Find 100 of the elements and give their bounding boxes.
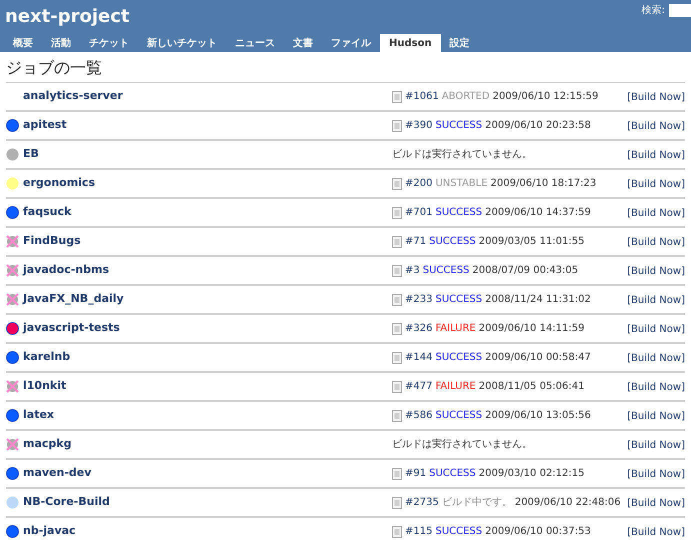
- build-now-link[interactable]: [Build Now]: [627, 257, 685, 279]
- build-number-link[interactable]: #1061: [405, 89, 439, 104]
- build-number-link[interactable]: #200: [405, 176, 432, 191]
- build-now-link[interactable]: [Build Now]: [627, 228, 685, 250]
- build-time: 2009/06/10 20:23:58: [485, 119, 591, 133]
- build-result: SUCCESS: [429, 467, 476, 481]
- build-now-link[interactable]: [Build Now]: [627, 518, 685, 540]
- build-result: ABORTED: [442, 90, 490, 104]
- build-now-link[interactable]: [Build Now]: [627, 199, 685, 221]
- nav-tab[interactable]: 活動: [42, 34, 80, 52]
- job-link[interactable]: EB: [23, 146, 39, 163]
- build-time: 2009/06/10 00:37:53: [485, 525, 591, 539]
- job-link[interactable]: JavaFX_NB_daily: [23, 291, 124, 308]
- project-title: next-project: [4, 5, 130, 29]
- build-time: 2009/06/10 14:37:59: [485, 206, 591, 220]
- job-link[interactable]: javadoc-nbms: [23, 262, 110, 279]
- build-result: SUCCESS: [435, 119, 482, 133]
- build-now-link[interactable]: [Build Now]: [627, 402, 685, 424]
- build-now-link[interactable]: [Build Now]: [627, 373, 685, 395]
- document-icon: [392, 90, 402, 102]
- search-field[interactable]: [669, 4, 691, 17]
- build-result: SUCCESS: [429, 235, 476, 249]
- build-now-link[interactable]: [Build Now]: [627, 460, 685, 482]
- nav-tab[interactable]: チケット: [80, 34, 138, 52]
- job-link[interactable]: analytics-server: [23, 88, 123, 105]
- nav-tab[interactable]: 新しいチケット: [138, 34, 226, 52]
- build-result: FAILURE: [435, 380, 476, 394]
- build-now-link[interactable]: [Build Now]: [627, 112, 685, 134]
- job-link[interactable]: macpkg: [23, 436, 72, 453]
- build-now-link[interactable]: [Build Now]: [627, 286, 685, 308]
- no-build-message: ビルドは実行されていません。: [392, 148, 532, 162]
- document-icon: [392, 352, 402, 364]
- build-time: 2008/11/24 11:31:02: [485, 293, 591, 307]
- build-number-link[interactable]: #586: [405, 408, 432, 423]
- build-now-link[interactable]: [Build Now]: [627, 141, 685, 163]
- search-label: 検索:: [642, 4, 665, 18]
- job-link[interactable]: karelnb: [23, 349, 70, 366]
- build-result: SUCCESS: [435, 351, 482, 365]
- build-number-link[interactable]: #326: [405, 321, 432, 336]
- nav-tab[interactable]: ファイル: [322, 34, 380, 52]
- document-icon: [392, 496, 402, 508]
- build-result: FAILURE: [435, 322, 476, 336]
- job-link[interactable]: apitest: [23, 117, 67, 134]
- nav-tab[interactable]: 文書: [284, 34, 322, 52]
- job-link[interactable]: faqsuck: [23, 204, 72, 221]
- job-link[interactable]: ergonomics: [23, 175, 96, 192]
- build-time: 2008/07/09 00:43:05: [472, 264, 578, 278]
- document-icon: [392, 236, 402, 248]
- build-number-link[interactable]: #477: [405, 379, 432, 394]
- build-result: ビルド中です。: [442, 496, 512, 510]
- job-link[interactable]: maven-dev: [23, 465, 92, 482]
- build-now-link[interactable]: [Build Now]: [627, 170, 685, 192]
- build-time: 2009/03/05 11:01:55: [478, 235, 584, 249]
- build-now-link[interactable]: [Build Now]: [627, 344, 685, 366]
- build-now-link[interactable]: [Build Now]: [627, 83, 685, 105]
- build-time: 2008/11/05 05:06:41: [478, 380, 584, 394]
- nav-tab[interactable]: Hudson: [380, 34, 441, 52]
- document-icon: [392, 178, 402, 190]
- build-time: 2009/06/10 18:17:23: [490, 177, 596, 191]
- nav-tab[interactable]: 設定: [440, 34, 479, 52]
- build-number-link[interactable]: #2735: [405, 495, 439, 510]
- document-icon: [392, 526, 402, 538]
- build-now-link[interactable]: [Build Now]: [627, 489, 685, 511]
- document-icon: [392, 294, 402, 306]
- build-number-link[interactable]: #701: [405, 205, 432, 220]
- build-time: 2009/06/10 12:15:59: [492, 90, 598, 104]
- document-icon: [392, 120, 402, 132]
- build-result: SUCCESS: [435, 525, 482, 539]
- build-result: SUCCESS: [435, 206, 482, 220]
- document-icon: [392, 322, 402, 334]
- nav-tab[interactable]: ニュース: [226, 34, 284, 52]
- build-number-link[interactable]: #71: [405, 234, 426, 249]
- build-now-link[interactable]: [Build Now]: [627, 315, 685, 337]
- document-icon: [392, 468, 402, 480]
- build-result: SUCCESS: [422, 264, 470, 278]
- job-link[interactable]: l10nkit: [23, 378, 66, 395]
- document-icon: [392, 410, 402, 422]
- build-number-link[interactable]: #233: [405, 292, 432, 307]
- build-number-link[interactable]: #144: [405, 350, 432, 365]
- build-now-link[interactable]: [Build Now]: [627, 431, 685, 453]
- build-result: SUCCESS: [435, 409, 482, 423]
- build-result: UNSTABLE: [435, 177, 488, 191]
- document-icon: [392, 206, 402, 218]
- document-icon: [392, 380, 402, 392]
- job-link[interactable]: nb-javac: [23, 523, 76, 540]
- job-link[interactable]: javascript-tests: [23, 320, 120, 337]
- build-result: SUCCESS: [435, 293, 482, 307]
- build-number-link[interactable]: #115: [405, 524, 432, 539]
- build-time: 2009/06/10 00:58:47: [485, 351, 591, 365]
- build-time: 2009/06/10 22:48:06: [514, 496, 621, 510]
- build-time: 2009/06/10 13:05:56: [485, 409, 591, 423]
- no-build-message: ビルドは実行されていません。: [392, 438, 532, 452]
- build-number-link[interactable]: #91: [405, 466, 426, 481]
- build-number-link[interactable]: #390: [405, 118, 432, 133]
- nav-tab[interactable]: 概要: [4, 34, 42, 52]
- job-link[interactable]: FindBugs: [23, 233, 81, 250]
- build-number-link[interactable]: #3: [405, 263, 420, 278]
- job-link[interactable]: NB-Core-Build: [23, 494, 110, 511]
- job-link[interactable]: latex: [23, 407, 54, 424]
- page-heading: ジョブの一覧: [6, 52, 685, 83]
